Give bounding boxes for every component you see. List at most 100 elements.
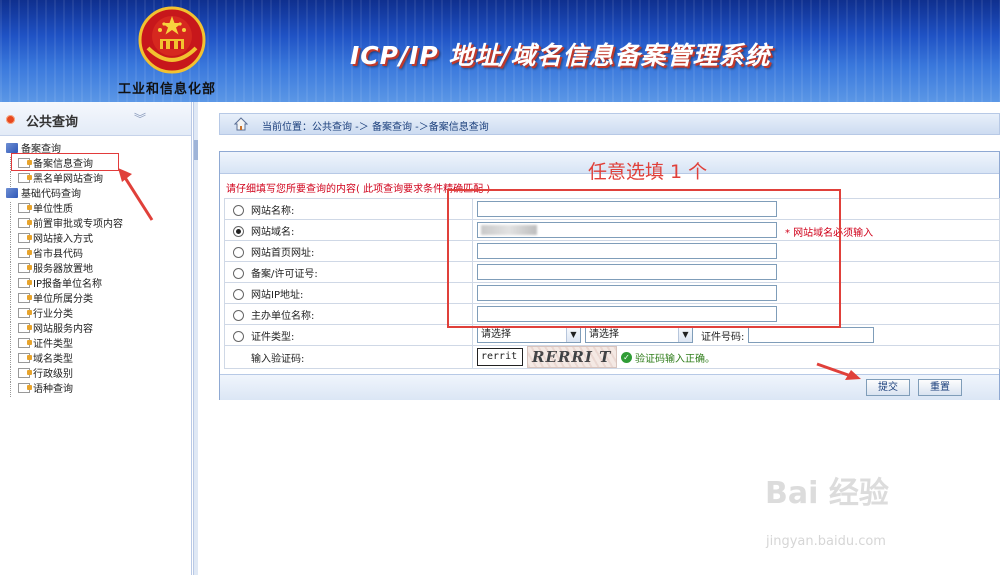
captcha-label: 输入验证码: [251, 353, 305, 365]
radio-license[interactable] [233, 267, 244, 279]
document-icon [18, 293, 32, 303]
tree-item[interactable]: 行政级别 [4, 367, 190, 382]
menu-tree: 备案查询 备案信息查询 黑名单网站查询 基础代码查询 单位性质 前置审批或专项内… [4, 142, 190, 397]
sidebar-header[interactable]: 公共查询 ︾ [0, 102, 191, 136]
watermark-brand: Bai 经验 [765, 476, 889, 511]
captcha-ok-text: 验证码输入正确。 [635, 353, 715, 365]
tree-item[interactable]: 域名类型 [4, 352, 190, 367]
document-icon [18, 338, 32, 348]
document-icon [18, 308, 32, 318]
tree-item-label: 网站服务内容 [33, 324, 93, 335]
tree-group-basic-code-query[interactable]: 基础代码查询 [4, 187, 190, 202]
splitter-grip[interactable] [194, 140, 198, 160]
watermark-url: jingyan.baidu.com [766, 534, 886, 549]
home-icon[interactable] [234, 117, 248, 131]
collapse-chevron-icon[interactable]: ︾ [134, 110, 146, 127]
tree-item[interactable]: 单位所属分类 [4, 292, 190, 307]
document-icon [18, 323, 32, 333]
tree-item-label: 证件类型 [33, 339, 73, 350]
captcha-image[interactable]: RERRI T [527, 346, 617, 368]
folder-icon [6, 188, 18, 198]
tree-item-label: 单位所属分类 [33, 294, 93, 305]
radio-homepage[interactable] [233, 246, 244, 258]
annotation-box [447, 189, 841, 328]
bullet-icon [6, 115, 15, 124]
reset-button[interactable]: 重置 [918, 379, 962, 396]
tree-group-record-query[interactable]: 备案查询 [4, 142, 190, 157]
document-icon [18, 158, 32, 168]
tree-item[interactable]: IP报备单位名称 [4, 277, 190, 292]
chevron-down-icon[interactable]: ▼ [566, 328, 580, 342]
cert-category-select[interactable]: 请选择 ▼ [477, 327, 581, 343]
annotation-text: 任意选填 1 个 [588, 161, 708, 183]
radio-domain[interactable] [233, 225, 244, 237]
tree-group-label: 基础代码查询 [21, 189, 81, 200]
button-bar: 提交 重置 [220, 374, 999, 400]
document-icon [18, 233, 32, 243]
field-label: 网站域名: [251, 226, 295, 238]
breadcrumb: 当前位置：公共查询 -＞ 备案查询 -＞备案信息查询 [219, 113, 1000, 135]
tree-item[interactable]: 行业分类 [4, 307, 190, 322]
tree-item-label: 行业分类 [33, 309, 73, 320]
tree-item-record-info-query[interactable]: 备案信息查询 [4, 157, 190, 172]
document-icon [18, 203, 32, 213]
radio-ip[interactable] [233, 288, 244, 300]
site-header: 工业和信息化部 ICP/IP 地址/域名信息备案管理系统 [0, 0, 1000, 102]
tree-item-label: 网站接入方式 [33, 234, 93, 245]
document-icon [18, 383, 32, 393]
captcha-input[interactable]: rerrit [477, 348, 523, 366]
tree-item-label: 语种查询 [33, 384, 73, 395]
tree-item[interactable]: 服务器放置地 [4, 262, 190, 277]
document-icon [18, 368, 32, 378]
field-label: 主办单位名称: [251, 310, 315, 322]
form-row-captcha: 输入验证码: rerrit RERRI T ✓ 验证码输入正确。 [224, 345, 1000, 369]
tree-item-label: 备案信息查询 [33, 159, 93, 170]
cert-type-select[interactable]: 请选择 ▼ [585, 327, 693, 343]
sidebar: 公共查询 ︾ 备案查询 备案信息查询 黑名单网站查询 基础代码查询 单位性质 前… [0, 102, 192, 575]
tree-item[interactable]: 网站服务内容 [4, 322, 190, 337]
annotation-arrow-icon [816, 362, 861, 380]
national-emblem-icon [138, 6, 206, 74]
sidebar-splitter[interactable] [193, 102, 198, 575]
tree-item-label: IP报备单位名称 [33, 279, 102, 290]
field-label: 网站IP地址: [251, 289, 304, 301]
tree-item-blacklist-query[interactable]: 黑名单网站查询 [4, 172, 190, 187]
tree-item-label: 单位性质 [33, 204, 73, 215]
field-label: 备案/许可证号: [251, 268, 318, 280]
tree-item-label: 前置审批或专项内容 [33, 219, 123, 230]
tree-group-label: 备案查询 [21, 144, 61, 155]
submit-button[interactable]: 提交 [866, 379, 910, 396]
tree-item-label: 域名类型 [33, 354, 73, 365]
cert-number-input[interactable] [748, 327, 875, 343]
document-icon [18, 278, 32, 288]
system-title: ICP/IP 地址/域名信息备案管理系统 [350, 41, 771, 70]
tree-item-label: 黑名单网站查询 [33, 174, 103, 185]
tree-item[interactable]: 前置审批或专项内容 [4, 217, 190, 232]
tree-item-label: 服务器放置地 [33, 264, 93, 275]
field-label: 证件类型: [251, 331, 295, 343]
radio-site-name[interactable] [233, 204, 244, 216]
ministry-name: 工业和信息化部 [118, 82, 217, 97]
tree-item[interactable]: 单位性质 [4, 202, 190, 217]
document-icon [18, 263, 32, 273]
check-circle-icon: ✓ [621, 351, 632, 363]
radio-organizer[interactable] [233, 309, 244, 321]
cert-number-label: 证件号码: [701, 331, 745, 343]
annotation-arrow-icon [118, 168, 154, 221]
document-icon [18, 248, 32, 258]
folder-icon [6, 143, 18, 153]
tree-item[interactable]: 语种查询 [4, 382, 190, 397]
tree-item-label: 省市县代码 [33, 249, 83, 260]
radio-cert-type[interactable] [233, 330, 244, 342]
document-icon [18, 173, 32, 183]
document-icon [18, 353, 32, 363]
tree-item[interactable]: 证件类型 [4, 337, 190, 352]
tree-item[interactable]: 省市县代码 [4, 247, 190, 262]
chevron-down-icon[interactable]: ▼ [678, 328, 692, 342]
breadcrumb-text: 当前位置：公共查询 -＞ 备案查询 -＞备案信息查询 [262, 122, 489, 133]
field-label: 网站首页网址: [251, 247, 315, 259]
tree-item-label: 行政级别 [33, 369, 73, 380]
tree-item[interactable]: 网站接入方式 [4, 232, 190, 247]
field-label: 网站名称: [251, 205, 295, 217]
sidebar-title: 公共查询 [26, 115, 79, 130]
